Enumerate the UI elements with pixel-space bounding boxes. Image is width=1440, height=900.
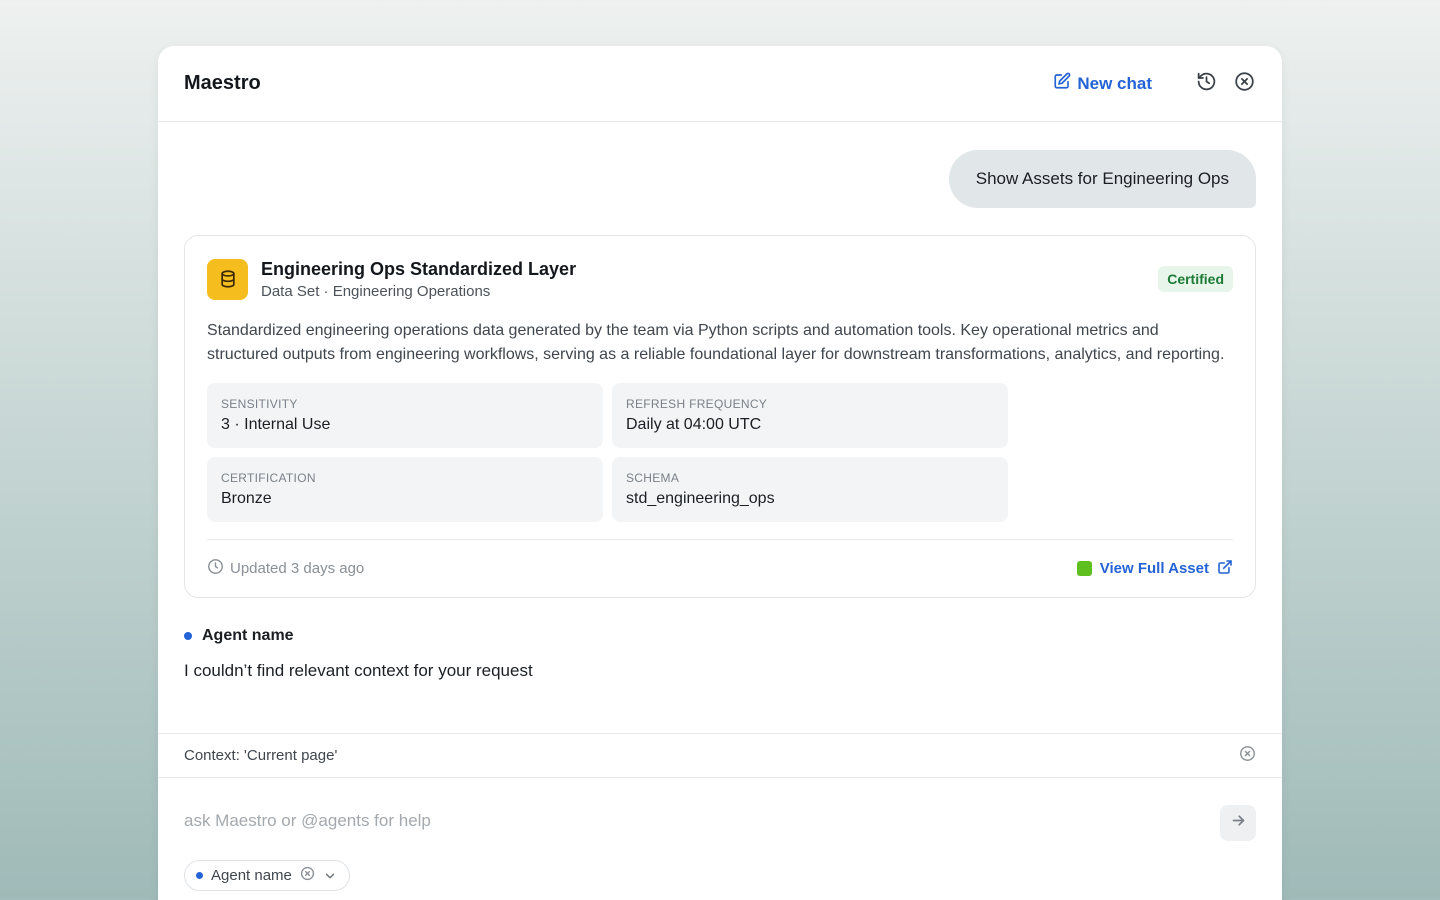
asset-fields-grid: Sensitivity 3 · Internal Use Refresh Fre… [207,383,1233,522]
agent-chip-label: Agent name [211,867,292,884]
view-full-asset-link[interactable]: View Full Asset [1076,559,1233,579]
external-link-icon [1217,559,1233,579]
context-bar: Context: 'Current page' [158,733,1282,778]
field-refresh-frequency: Refresh Frequency Daily at 04:00 UTC [612,383,1008,448]
close-circle-icon [1234,71,1255,97]
asset-square-icon [1076,561,1092,576]
clear-context-button[interactable] [1239,745,1256,766]
new-chat-label: New chat [1077,73,1152,93]
field-value: std_engineering_ops [626,490,775,507]
context-text: Context: 'Current page' [184,747,338,764]
asset-card-header: Engineering Ops Standardized Layer Data … [207,258,1233,300]
database-icon [207,258,248,300]
arrow-right-icon [1230,812,1247,834]
agent-chip-dot [196,872,203,879]
maestro-panel: Maestro New chat Show Assets for Enginee… [158,46,1282,900]
field-label: Refresh Frequency [626,397,768,411]
edit-icon [1053,72,1071,95]
panel-header: Maestro New chat [158,46,1282,122]
close-panel-button[interactable] [1232,71,1256,97]
certified-badge: Certified [1158,266,1233,292]
close-circle-icon [1239,745,1256,766]
field-label: Certification [221,471,316,485]
field-sensitivity: Sensitivity 3 · Internal Use [207,383,603,448]
new-chat-button[interactable]: New chat [1053,72,1152,95]
agent-message: I couldn’t find relevant context for you… [184,661,533,680]
asset-card-footer: Updated 3 days ago View Full Asset [207,539,1233,579]
history-icon [1196,71,1217,97]
agent-name: Agent name [202,627,294,644]
agent-header: Agent name [184,627,1256,645]
chat-thread: Show Assets for Engineering Ops Engineer… [158,122,1282,681]
clock-icon [207,558,224,579]
field-label: Sensitivity [221,397,298,411]
asset-subtitle: Data Set · Engineering Operations [261,283,491,300]
agent-status-dot [184,632,192,640]
chevron-down-icon[interactable] [323,869,337,883]
view-full-asset-label: View Full Asset [1099,560,1209,577]
field-value: Bronze [221,490,272,507]
send-button[interactable] [1220,805,1256,841]
field-label: Schema [626,471,680,485]
panel-title: Maestro [184,72,261,94]
field-value: Daily at 04:00 UTC [626,416,762,433]
remove-agent-button[interactable] [300,866,315,885]
asset-title: Engineering Ops Standardized Layer [261,259,577,279]
agent-chip[interactable]: Agent name [184,860,350,891]
updated-text: Updated 3 days ago [230,560,365,577]
user-message-bubble: Show Assets for Engineering Ops [948,150,1256,208]
field-value: 3 · Internal Use [221,416,331,433]
history-button[interactable] [1194,72,1218,96]
prompt-input[interactable] [184,811,1184,831]
close-circle-icon [300,866,315,885]
asset-titles: Engineering Ops Standardized Layer Data … [261,258,1158,300]
asset-card: Engineering Ops Standardized Layer Data … [184,235,1256,598]
asset-description: Standardized engineering operations data… [207,322,1225,363]
field-certification: Certification Bronze [207,457,603,522]
updated-info: Updated 3 days ago [207,558,1077,579]
user-message-row: Show Assets for Engineering Ops [184,150,1256,208]
field-schema: Schema std_engineering_ops [612,457,1008,522]
